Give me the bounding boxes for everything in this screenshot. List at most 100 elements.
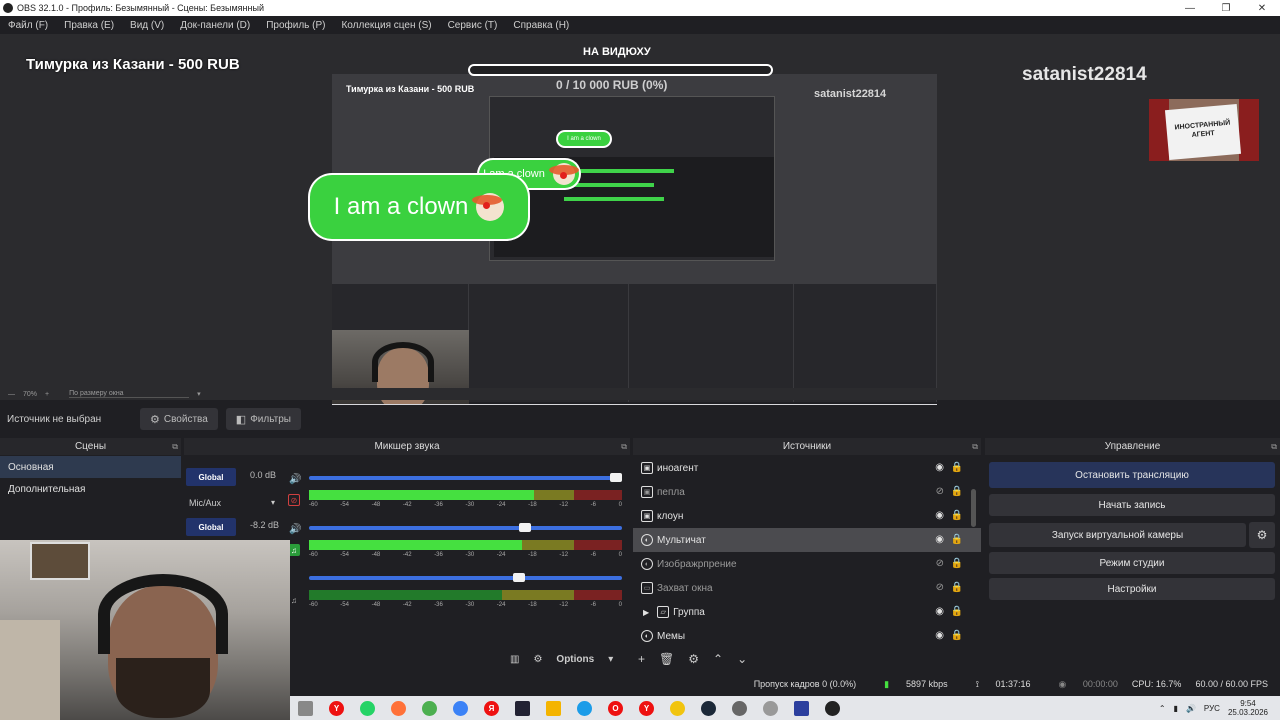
steam-icon[interactable] [701,700,716,716]
mute-icon[interactable]: ⊘ [288,494,300,506]
chevron-down-icon[interactable]: ▾ [608,654,613,665]
zoom-in-icon[interactable]: + [45,391,49,398]
source-item[interactable]: ◐ Мультичат ◉ 🔒 [633,528,981,552]
chrome-icon[interactable] [422,700,437,716]
whatsapp-icon[interactable] [360,700,375,716]
app-icon[interactable] [794,700,809,716]
mixer-options-button[interactable]: Options [556,654,594,665]
volume-knob[interactable] [609,473,622,482]
settings-button[interactable]: Настройки [989,578,1275,600]
gear-icon[interactable]: ⚙ [1249,522,1275,548]
volume-slider[interactable] [309,523,622,532]
lock-icon[interactable]: 🔒 [951,462,963,473]
source-item[interactable]: ▣ пепла ⊘ 🔒 [633,480,981,504]
filters-button[interactable]: ◧ Фильтры [225,408,301,430]
yandex-icon[interactable]: Y [639,700,654,716]
volume-icon[interactable]: 🔊 [1186,704,1196,713]
visibility-icon[interactable]: ◉ [935,462,944,473]
popout-icon[interactable]: ⧉ [172,442,178,452]
popout-icon[interactable]: ⧉ [1271,442,1277,452]
properties-button[interactable]: ⚙ Свойства [140,408,218,430]
chevron-down-icon[interactable]: ⌄ [737,652,747,666]
sources-scrollbar[interactable] [971,489,976,527]
chevron-up-icon[interactable]: ⌃ [1159,704,1166,713]
lock-icon[interactable]: 🔒 [951,534,963,545]
gear-icon[interactable]: ⚙ [688,652,699,666]
menu-tools[interactable]: Сервис (T) [440,20,506,31]
folder-icon[interactable] [546,700,561,716]
visibility-icon[interactable]: ◉ [935,630,944,641]
lock-icon[interactable]: 🔒 [951,582,963,593]
lock-icon[interactable]: 🔒 [951,510,963,521]
lock-icon[interactable]: 🔒 [951,606,963,617]
chevron-down-icon[interactable]: ▾ [271,498,275,507]
yandex-icon[interactable]: Y [329,700,344,716]
app-icon[interactable] [453,700,468,716]
add-icon[interactable]: + [638,652,645,666]
app-icon[interactable] [763,700,778,716]
source-item[interactable]: ▣ клоун ◉ 🔒 [633,504,981,528]
yandex-browser-icon[interactable]: Я [484,700,499,716]
globe-icon[interactable] [732,700,747,716]
mixer-global-button[interactable]: Global [186,468,236,486]
battery-icon[interactable]: ▮ [1174,704,1178,713]
volume-slider[interactable] [309,473,622,482]
menu-scene-collection[interactable]: Коллекция сцен (S) [333,20,439,31]
source-item[interactable]: ▶ ▱ Группа ◉ 🔒 [633,600,981,624]
speaker-icon[interactable]: 🔊 [289,474,301,485]
taskview-icon[interactable] [298,700,313,716]
hidden-icon[interactable]: ⊘ [936,486,944,497]
minimize-icon[interactable]: — [1172,3,1208,14]
hidden-icon[interactable]: ⊘ [936,558,944,569]
source-item[interactable]: ▣ иноагент ◉ 🔒 [633,456,981,480]
maximize-icon[interactable]: ❐ [1208,3,1244,14]
studio-mode-button[interactable]: Режим студии [989,552,1275,574]
mixer-settings-icon[interactable]: ⚙ [533,654,542,665]
menu-view[interactable]: Вид (V) [122,20,172,31]
firefox-icon[interactable] [391,700,406,716]
edge-icon[interactable] [577,700,592,716]
visibility-icon[interactable]: ◉ [935,606,944,617]
visibility-icon[interactable]: ◉ [935,534,944,545]
menu-profile[interactable]: Профиль (P) [258,20,333,31]
scene-item[interactable]: Основная [0,456,181,478]
language-indicator[interactable]: РУС [1204,704,1220,713]
lock-icon[interactable]: 🔒 [951,630,963,641]
app-icon[interactable] [515,700,530,716]
popout-icon[interactable]: ⧉ [621,442,627,452]
start-recording-button[interactable]: Начать запись [989,494,1275,516]
volume-slider[interactable] [309,573,622,582]
stop-stream-button[interactable]: Остановить трансляцию [989,462,1275,488]
close-icon[interactable]: ✕ [1244,3,1280,14]
chevron-right-icon[interactable]: ▶ [643,608,649,617]
menu-help[interactable]: Справка (H) [505,20,577,31]
preview-canvas[interactable]: Тимурка из Казани - 500 RUB satanist2281… [0,34,1280,417]
menu-file[interactable]: Файл (F) [0,20,56,31]
source-item[interactable]: ◐ Изображрпрение ⊘ 🔒 [633,552,981,576]
scene-item[interactable]: Дополнительная [0,478,181,500]
menu-docks[interactable]: Док-панели (D) [172,20,258,31]
mixer-global-button[interactable]: Global [186,518,236,536]
chevron-up-icon[interactable]: ⌃ [713,652,723,666]
source-item[interactable]: ▭ Захват окна ⊘ 🔒 [633,576,981,600]
source-item[interactable]: ◐ Мемы ◉ 🔒 [633,624,981,648]
zoom-out-icon[interactable]: — [8,391,15,398]
opera-icon[interactable]: O [608,700,623,716]
speaker-icon[interactable]: 🔊 [289,524,301,535]
volume-knob[interactable] [518,523,531,532]
lock-icon[interactable]: 🔒 [951,558,963,569]
menu-edit[interactable]: Правка (E) [56,20,122,31]
obs-icon[interactable] [825,700,840,716]
lock-icon[interactable]: 🔒 [951,486,963,497]
zoom-mode-select[interactable]: По размеру окна [69,390,190,398]
app-icon[interactable] [670,700,685,716]
hidden-icon[interactable]: ⊘ [936,582,944,593]
popout-icon[interactable]: ⧉ [972,442,978,452]
trash-icon[interactable]: 🗑 [659,652,674,666]
visibility-icon[interactable]: ◉ [935,510,944,521]
clock[interactable]: 9:54 25.03.2026 [1228,699,1268,717]
volume-knob[interactable] [512,573,525,582]
chevron-down-icon[interactable]: ▾ [197,390,201,398]
virtual-camera-button[interactable]: Запуск виртуальной камеры [989,523,1246,547]
mixer-layout-icon[interactable]: ▥ [510,654,519,665]
